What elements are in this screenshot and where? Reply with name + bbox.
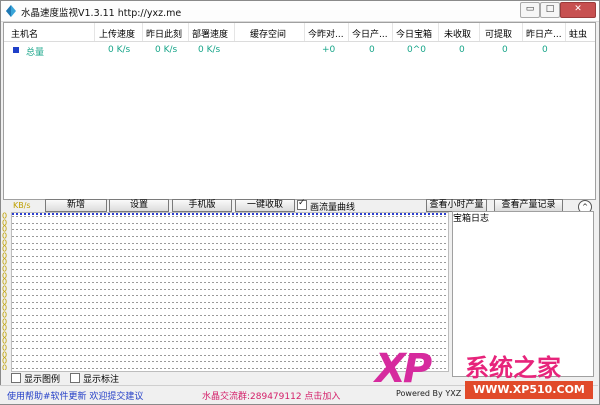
host-marker-icon [13, 47, 19, 53]
help-link[interactable]: 使用帮助#软件更新 欢迎提交建议 [7, 389, 143, 402]
col-header-cache[interactable]: 缓存空间 [250, 27, 286, 40]
col-header-worm[interactable]: 蛀虫 [569, 27, 587, 40]
col-header-today-output[interactable]: 今日产... [352, 27, 388, 40]
mobile-button[interactable]: 手机版 [172, 199, 232, 212]
watermark-logo: XP 系统之家 WWW.XP510.COM [375, 344, 595, 404]
cell-today-box: 0^0 [407, 45, 426, 55]
cell-vs-yesterday: +0 [322, 45, 336, 55]
watermark-url: WWW.XP510.COM [465, 381, 593, 399]
show-legend-label[interactable]: 显示图例 [24, 372, 60, 385]
cell-yesterday-now: 0 K/s [155, 45, 178, 55]
cell-deploy: 0 K/s [198, 45, 221, 55]
col-header-host[interactable]: 主机名 [11, 27, 38, 40]
show-labels-checkbox[interactable] [70, 373, 80, 383]
box-log-title: 宝箱日志 [453, 214, 490, 224]
y-axis-ticks: 000000000000000000000000 [2, 212, 7, 371]
cell-upload: 0 K/s [108, 45, 131, 55]
draw-traffic-checkbox[interactable] [297, 198, 307, 210]
cell-host: 总量 [26, 48, 45, 58]
col-header-vs-yesterday[interactable]: 今昨对... [308, 27, 344, 40]
cell-today-output: 0 [369, 45, 375, 55]
collect-all-button[interactable]: 一键收取 [235, 199, 295, 212]
group-link[interactable]: 水晶交流群:289479112 点击加入 [202, 389, 340, 402]
add-button[interactable]: 新增 [45, 199, 107, 212]
cell-uncollected: 0 [459, 45, 465, 55]
col-header-upload[interactable]: 上传速度 [99, 27, 135, 40]
col-header-withdrawable[interactable]: 可提取 [485, 27, 512, 40]
col-header-yesterday-now[interactable]: 昨日此刻 [146, 27, 182, 40]
col-header-yesterday-output[interactable]: 昨日产... [526, 27, 562, 40]
watermark-title: 系统之家 [465, 353, 561, 382]
close-button[interactable]: ✕ [560, 2, 596, 18]
title-bar: 水晶速度监视V1.3.11 http://yxz.me ▭ □ ✕ [1, 1, 599, 22]
table-row[interactable]: 总量 0 K/s 0 K/s 0 K/s +0 0 0^0 0 0 0 [4, 42, 595, 58]
col-header-uncollected[interactable]: 未收取 [444, 27, 471, 40]
y-tick-label: 0 [2, 364, 7, 371]
col-header-deploy[interactable]: 部署速度 [192, 27, 228, 40]
col-header-today-box[interactable]: 今日宝箱 [396, 27, 432, 40]
show-labels-label[interactable]: 显示标注 [83, 372, 119, 385]
window-title: 水晶速度监视V1.3.11 http://yxz.me [21, 8, 182, 19]
table-header: 主机名 上传速度 昨日此刻 部署速度 缓存空间 今昨对... 今日产... 今日… [4, 23, 595, 42]
show-legend-checkbox[interactable] [11, 373, 21, 383]
minimize-button[interactable]: ▭ [520, 2, 540, 18]
watermark-xp: XP [375, 346, 432, 392]
cell-yesterday-output: 0 [542, 45, 548, 55]
chart-unit-label: KB/s [13, 201, 31, 210]
settings-button[interactable]: 设置 [109, 199, 169, 212]
crystal-icon [6, 5, 16, 17]
cell-withdrawable: 0 [502, 45, 508, 55]
maximize-button[interactable]: □ [540, 2, 560, 18]
host-table[interactable]: 主机名 上传速度 昨日此刻 部署速度 缓存空间 今昨对... 今日产... 今日… [3, 22, 596, 200]
